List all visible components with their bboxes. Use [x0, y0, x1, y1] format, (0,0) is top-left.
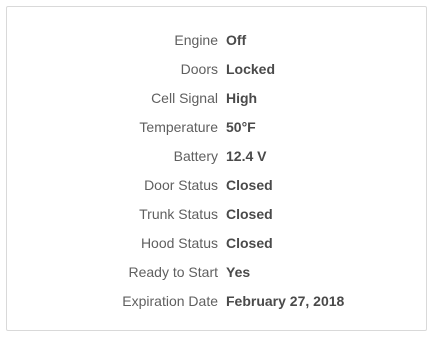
hood-status-value: Closed: [226, 235, 273, 251]
cell-signal-value: High: [226, 90, 258, 106]
engine-label: Engine: [174, 32, 218, 48]
status-row-hood-status: Hood Status Closed: [7, 233, 426, 262]
status-row-door-status: Door Status Closed: [7, 175, 426, 204]
status-row-battery: Battery 12.4 V: [7, 146, 426, 175]
expiration-date-label: Expiration Date: [122, 293, 218, 309]
door-status-label: Door Status: [144, 177, 218, 193]
expiration-date-value: February 27, 2018: [226, 293, 345, 309]
engine-value: Off: [226, 32, 247, 48]
ready-to-start-value: Yes: [226, 264, 251, 280]
status-row-engine: Engine Off: [7, 30, 426, 59]
status-list: Engine Off Doors Locked Cell Signal High Te…: [7, 30, 426, 320]
status-row-trunk-status: Trunk Status Closed: [7, 204, 426, 233]
trunk-status-value: Closed: [226, 206, 273, 222]
doors-value: Locked: [226, 61, 276, 77]
temperature-label: Temperature: [139, 119, 218, 135]
status-row-cell-signal: Cell Signal High: [7, 88, 426, 117]
status-row-doors: Doors Locked: [7, 59, 426, 88]
doors-label: Doors: [180, 61, 218, 77]
trunk-status-label: Trunk Status: [139, 206, 218, 222]
door-status-value: Closed: [226, 177, 273, 193]
status-row-expiration-date: Expiration Date February 27, 2018: [7, 291, 426, 320]
temperature-value: 50°F: [226, 119, 256, 135]
status-row-temperature: Temperature 50°F: [7, 117, 426, 146]
hood-status-label: Hood Status: [140, 235, 218, 251]
battery-label: Battery: [173, 148, 218, 164]
ready-to-start-label: Ready to Start: [128, 264, 219, 280]
cell-signal-label: Cell Signal: [151, 90, 218, 106]
vehicle-status-card: Engine Off Doors Locked Cell Signal High Te…: [6, 6, 427, 331]
status-row-ready-to-start: Ready to Start Yes: [7, 262, 426, 291]
battery-value: 12.4 V: [226, 148, 267, 164]
